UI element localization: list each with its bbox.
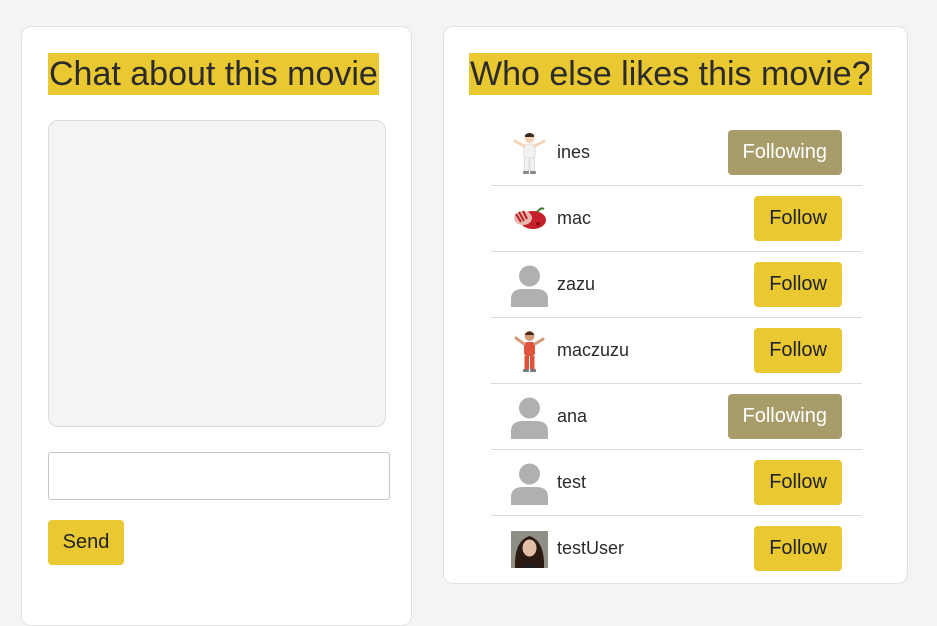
- follow-button[interactable]: Follow: [754, 196, 842, 241]
- red-food-icon: [511, 197, 548, 241]
- user-row: ines Following: [491, 120, 862, 186]
- follow-button[interactable]: Follow: [754, 460, 842, 505]
- following-button[interactable]: Following: [727, 130, 842, 175]
- username: maczuzu: [557, 340, 630, 360]
- user-row: ana Following: [491, 384, 862, 450]
- follow-button[interactable]: Follow: [754, 328, 842, 373]
- default-user-icon: [511, 395, 548, 439]
- username: ana: [557, 406, 588, 426]
- user-row: mac Follow: [491, 186, 862, 252]
- user-list: ines Following mac Follow zazu Follow ma…: [491, 120, 862, 582]
- follow-button[interactable]: Follow: [754, 526, 842, 571]
- user-row: test Follow: [491, 450, 862, 516]
- users-panel: Who else likes this movie? ines Followin…: [443, 26, 908, 584]
- user-row: testUser Follow: [491, 516, 862, 582]
- default-user-icon: [511, 263, 548, 307]
- chat-panel: Chat about this movie Send: [21, 26, 412, 626]
- chat-message-input[interactable]: [48, 452, 390, 500]
- username: mac: [557, 208, 592, 228]
- photo-portrait-icon: [511, 527, 548, 571]
- user-row: maczuzu Follow: [491, 318, 862, 384]
- user-row: zazu Follow: [491, 252, 862, 318]
- following-button[interactable]: Following: [727, 394, 842, 439]
- send-button[interactable]: Send: [48, 520, 124, 565]
- chat-title: Chat about this movie: [48, 53, 379, 95]
- default-user-icon: [511, 461, 548, 505]
- person-white-outfit-icon: [511, 131, 548, 175]
- chat-messages-area[interactable]: [48, 120, 386, 427]
- username: testUser: [557, 538, 625, 558]
- follow-button[interactable]: Follow: [754, 262, 842, 307]
- username: ines: [557, 142, 591, 162]
- person-red-outfit-icon: [511, 329, 548, 373]
- username: zazu: [557, 274, 596, 294]
- users-panel-title: Who else likes this movie?: [469, 53, 872, 95]
- username: test: [557, 472, 587, 492]
